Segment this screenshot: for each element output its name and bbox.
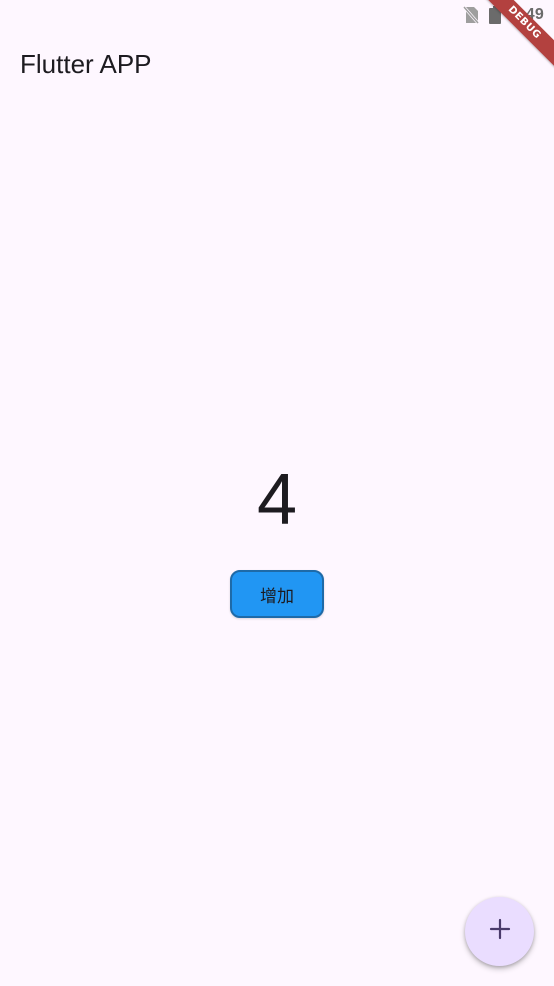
battery-icon	[489, 6, 502, 24]
app-title: Flutter APP	[20, 48, 152, 79]
status-bar: 1:49	[0, 0, 554, 32]
status-icons: 1:49	[463, 6, 544, 24]
app-screen: 1:49 DEBUG Flutter APP 4 增加	[0, 0, 554, 986]
status-time: 1:49	[511, 6, 544, 23]
no-sim-icon	[463, 6, 480, 24]
plus-icon	[489, 918, 511, 945]
increase-button-label: 增加	[260, 586, 294, 607]
add-fab-button[interactable]	[465, 897, 534, 966]
app-bar: Flutter APP	[0, 32, 554, 96]
counter-value: 4	[256, 460, 298, 540]
increase-button[interactable]: 增加	[230, 570, 324, 618]
